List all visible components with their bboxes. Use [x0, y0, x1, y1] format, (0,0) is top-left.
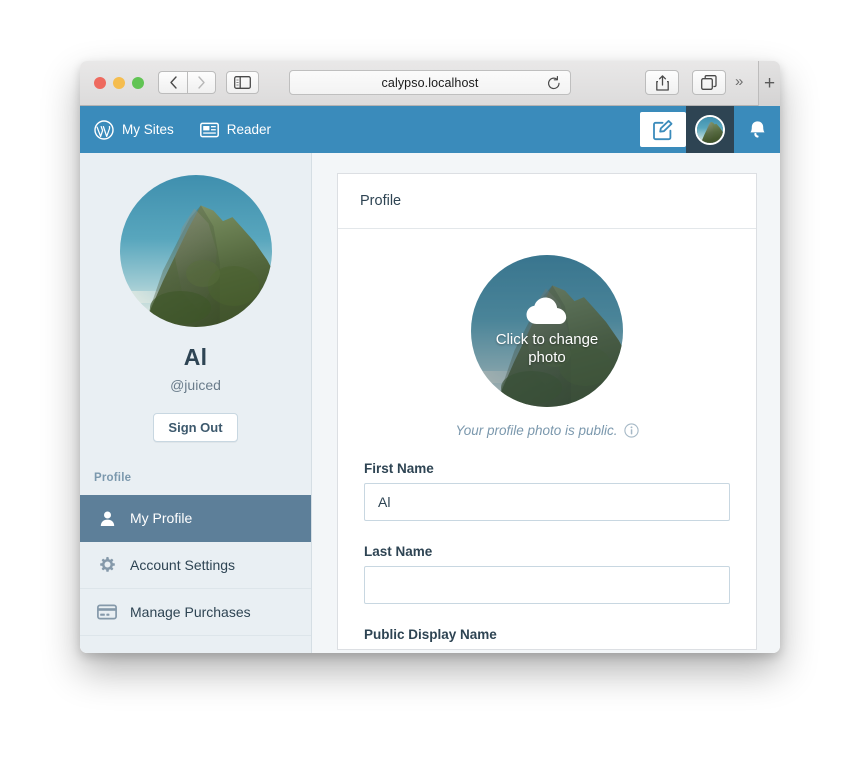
sidebar-toggle-button[interactable]: [226, 71, 259, 94]
avatar-photo-art: [697, 116, 723, 143]
reload-icon: [548, 76, 560, 90]
cloud-upload-icon: [526, 297, 567, 324]
share-button[interactable]: [645, 70, 679, 95]
credit-card-icon: [97, 602, 117, 622]
card-body: Click to change photo Your profile photo…: [338, 229, 756, 642]
bell-icon: [749, 120, 765, 138]
write-post-button[interactable]: [640, 112, 686, 147]
card-title: Profile: [338, 174, 756, 229]
sidebar-menu: My Profile Account Settings Manage Purch…: [80, 495, 311, 636]
minimize-window-button[interactable]: [113, 77, 125, 89]
toolbar-overflow-button[interactable]: »: [735, 73, 743, 90]
info-icon[interactable]: [623, 423, 639, 438]
masterbar-label-reader: Reader: [226, 122, 272, 137]
sidebar-display-name: Al: [183, 344, 208, 370]
sidebar-photo-art: [119, 175, 272, 327]
public-display-name-label: Public Display Name: [364, 627, 497, 642]
notifications-button[interactable]: [734, 106, 780, 153]
change-photo-label: Click to change photo: [495, 330, 599, 366]
wordpress-masterbar: My Sites Reader: [80, 106, 780, 153]
app-sidebar: Al @juiced Sign Out Profile My Profile A…: [80, 153, 312, 653]
gear-icon: [97, 555, 117, 575]
sidebar-item-label: My Profile: [130, 510, 193, 526]
main-panel: Profile Click to change photo Your profi…: [312, 153, 780, 653]
profile-card: Profile Click to change photo Your profi…: [337, 173, 757, 650]
maximize-window-button[interactable]: [132, 77, 144, 89]
photo-privacy-text: Your profile photo is public.: [455, 423, 618, 438]
browser-toolbar: calypso.localhost » +: [80, 61, 780, 106]
avatar: [695, 114, 725, 145]
url-text: calypso.localhost: [381, 75, 479, 90]
back-button[interactable]: [158, 71, 187, 94]
sign-out-button[interactable]: Sign Out: [153, 413, 238, 442]
new-tab-button[interactable]: +: [758, 61, 780, 106]
first-name-input[interactable]: [364, 483, 730, 521]
forward-button[interactable]: [187, 71, 216, 94]
reader-icon: [199, 122, 219, 137]
browser-window: calypso.localhost » + My Sites Reader Al…: [80, 61, 780, 653]
sidebar-item-manage-purchases[interactable]: Manage Purchases: [80, 589, 311, 636]
wordpress-logo-icon: [94, 119, 114, 140]
change-photo-button[interactable]: Click to change photo: [471, 255, 623, 407]
sidebar-section-heading: Profile: [94, 472, 132, 484]
share-icon: [655, 74, 669, 91]
masterbar-avatar-button[interactable]: [686, 106, 734, 153]
masterbar-spacer: [284, 106, 640, 153]
first-name-label: First Name: [364, 461, 434, 476]
sidebar-item-label: Account Settings: [130, 557, 236, 573]
sidebar-profile-photo[interactable]: [119, 175, 272, 327]
address-bar[interactable]: calypso.localhost: [289, 70, 571, 95]
sidebar-item-my-profile[interactable]: My Profile: [80, 495, 311, 542]
masterbar-label-my-sites: My Sites: [122, 122, 174, 137]
sidebar-item-account-settings[interactable]: Account Settings: [80, 542, 311, 589]
last-name-input[interactable]: [364, 566, 730, 604]
app-content: Al @juiced Sign Out Profile My Profile A…: [80, 153, 780, 653]
masterbar-item-my-sites[interactable]: My Sites: [80, 106, 187, 153]
sidebar-toggle-icon: [234, 76, 251, 89]
chevron-left-icon: [169, 76, 177, 89]
last-name-label: Last Name: [364, 544, 433, 559]
chevron-right-icon: [198, 76, 205, 89]
write-post-icon: [653, 119, 673, 140]
close-window-button[interactable]: [94, 77, 106, 89]
sidebar-item-label: Manage Purchases: [130, 604, 251, 620]
person-icon: [97, 508, 117, 528]
tab-overview-icon: [701, 75, 717, 90]
photo-overlay: Click to change photo: [471, 255, 623, 407]
sidebar-handle: @juiced: [170, 377, 221, 393]
reload-button[interactable]: [547, 76, 561, 96]
photo-privacy-note: Your profile photo is public.: [364, 423, 730, 438]
masterbar-item-reader[interactable]: Reader: [187, 106, 284, 153]
show-tabs-button[interactable]: [692, 70, 726, 95]
